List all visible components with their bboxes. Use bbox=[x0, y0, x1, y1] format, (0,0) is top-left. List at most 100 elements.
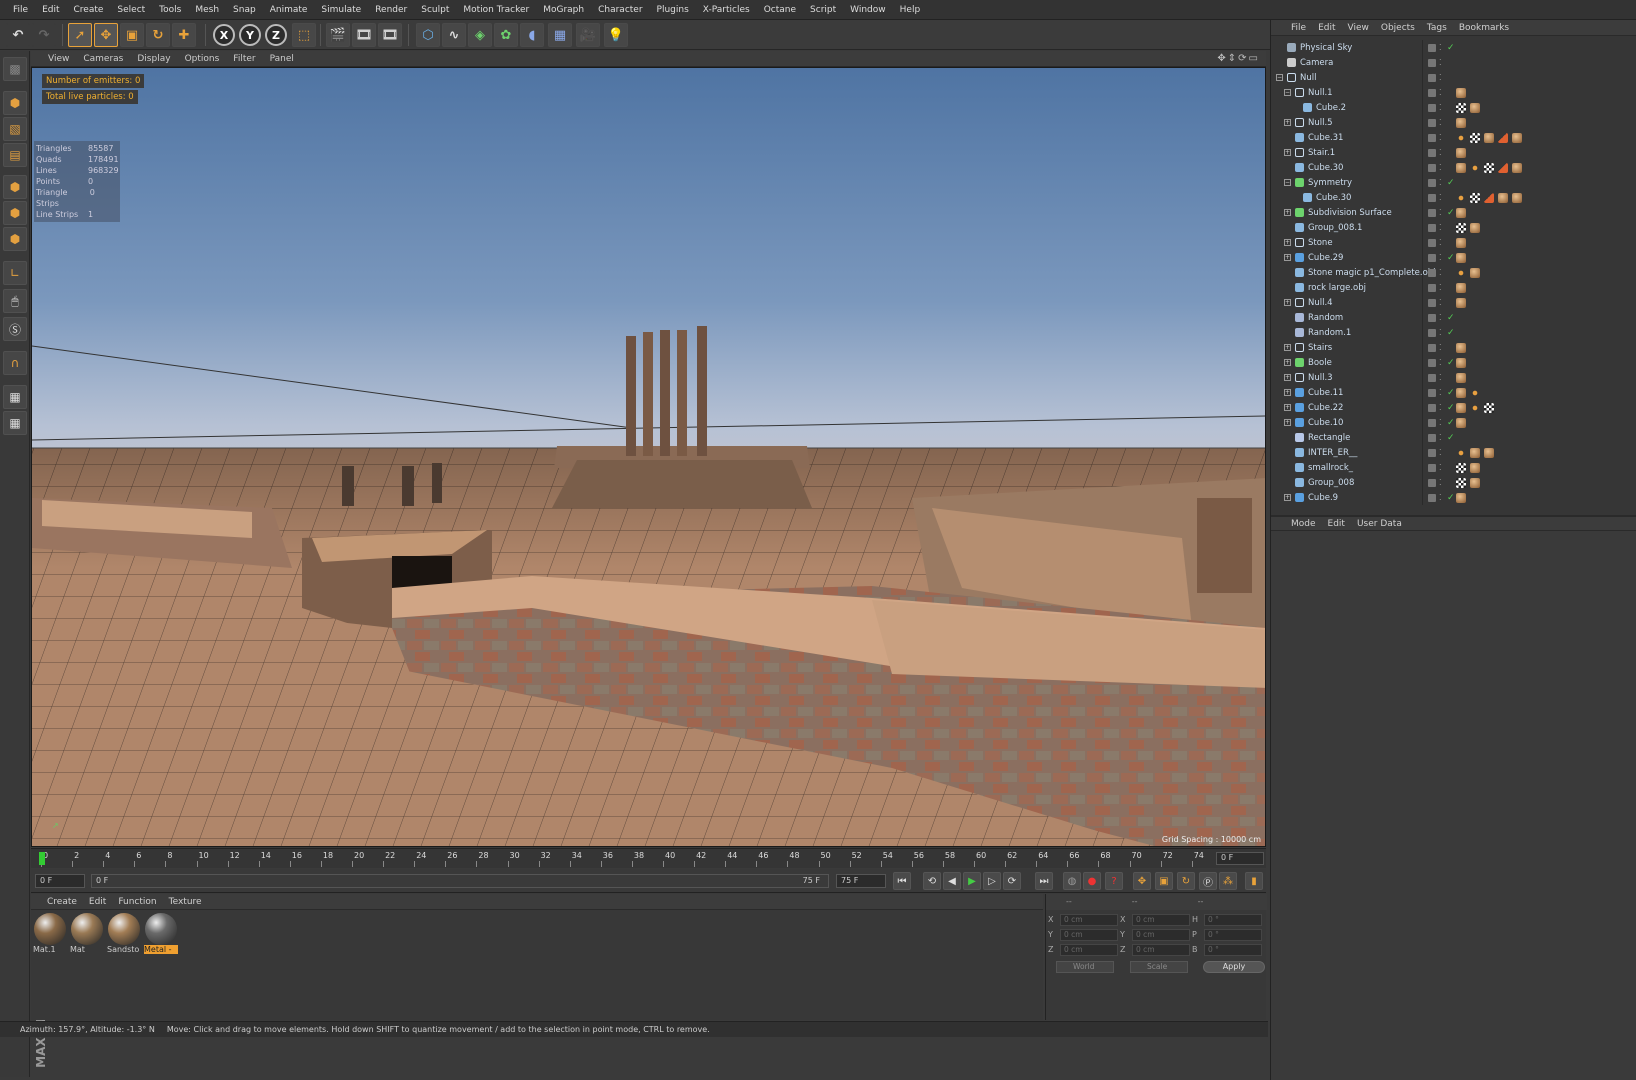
tex-tag-icon[interactable] bbox=[1456, 387, 1466, 398]
coord-value-field[interactable]: 0 ° bbox=[1204, 929, 1262, 941]
material-menu-edit[interactable]: Edit bbox=[83, 897, 112, 907]
layer-toggle-icon[interactable] bbox=[1428, 223, 1436, 232]
expand-toggle-icon[interactable]: + bbox=[1284, 359, 1291, 366]
visibility-dots-icon[interactable]: ⁚ bbox=[1439, 358, 1442, 367]
spline-pen-icon[interactable]: ∿ bbox=[442, 23, 466, 47]
previous-key-icon[interactable]: ⟲ bbox=[923, 872, 941, 890]
om-menu-bookmarks[interactable]: Bookmarks bbox=[1453, 23, 1515, 33]
visibility-dots-icon[interactable]: ⁚ bbox=[1439, 478, 1442, 487]
enabled-check-icon[interactable]: ✓ bbox=[1447, 418, 1455, 428]
end-frame-field[interactable]: 75 F bbox=[836, 874, 886, 888]
key-pla-icon[interactable]: ⁂ bbox=[1219, 872, 1237, 890]
timeline-ruler[interactable]: 0 2 4 6 8 10 12 14 16 18 20 22 24 26 28 30 32 34 36 38 40 42 4… bbox=[31, 848, 1266, 868]
live-selection-icon[interactable]: ➚ bbox=[68, 23, 92, 47]
redo-button[interactable]: ↷ bbox=[32, 23, 56, 47]
object-name[interactable]: smallrock_ bbox=[1308, 463, 1353, 473]
coord-value-field[interactable]: 0 ° bbox=[1204, 914, 1262, 926]
visibility-dots-icon[interactable]: ⁚ bbox=[1439, 178, 1442, 187]
object-row[interactable]: + Cube.11 ⁚ ✓ bbox=[1271, 385, 1636, 400]
planar-workplane-icon[interactable]: ▦ bbox=[3, 411, 27, 435]
object-row[interactable]: + Stair.1 ⁚ bbox=[1271, 145, 1636, 160]
make-editable-icon[interactable]: ▩ bbox=[3, 57, 27, 81]
visibility-dots-icon[interactable]: ⁚ bbox=[1439, 253, 1442, 262]
material-swatch[interactable]: Mat.1 bbox=[33, 913, 67, 957]
dot-tag-icon[interactable] bbox=[1456, 447, 1466, 458]
tex-tag-icon[interactable] bbox=[1456, 342, 1466, 353]
layer-toggle-icon[interactable] bbox=[1428, 418, 1436, 427]
tex-tag-icon[interactable] bbox=[1456, 492, 1466, 503]
visibility-dots-icon[interactable]: ⁚ bbox=[1439, 238, 1442, 247]
object-row[interactable]: Camera ⁚ bbox=[1271, 55, 1636, 70]
attr-menu-edit[interactable]: Edit bbox=[1322, 519, 1351, 529]
menu-file[interactable]: File bbox=[6, 5, 35, 15]
axis-mode-icon[interactable]: ∟ bbox=[3, 261, 27, 285]
menu-octane[interactable]: Octane bbox=[757, 5, 803, 15]
coord-value-field[interactable]: 0 cm bbox=[1132, 944, 1190, 956]
current-frame-field[interactable]: 0 F bbox=[1216, 852, 1264, 865]
om-menu-objects[interactable]: Objects bbox=[1375, 23, 1421, 33]
expand-toggle-icon[interactable]: + bbox=[1284, 299, 1291, 306]
object-row[interactable]: + Null.5 ⁚ bbox=[1271, 115, 1636, 130]
expand-toggle-icon[interactable]: + bbox=[1284, 254, 1291, 261]
enabled-check-icon[interactable]: ✓ bbox=[1447, 403, 1455, 413]
layer-toggle-icon[interactable] bbox=[1428, 493, 1436, 502]
object-name[interactable]: INTER_ER__ bbox=[1308, 448, 1357, 458]
layer-toggle-icon[interactable] bbox=[1428, 163, 1436, 172]
frame-range-slider[interactable]: 0 F 75 F bbox=[91, 874, 829, 888]
visibility-dots-icon[interactable]: ⁚ bbox=[1439, 403, 1442, 412]
menu-create[interactable]: Create bbox=[67, 5, 111, 15]
key-position-icon[interactable]: ✥ bbox=[1133, 872, 1151, 890]
layer-toggle-icon[interactable] bbox=[1428, 73, 1436, 82]
object-row[interactable]: Random ⁚ ✓ bbox=[1271, 310, 1636, 325]
go-to-start-icon[interactable]: ⏮ bbox=[893, 872, 911, 890]
coord-value-field[interactable]: 0 cm bbox=[1060, 929, 1118, 941]
tex-tag-icon[interactable] bbox=[1470, 102, 1480, 113]
layer-toggle-icon[interactable] bbox=[1428, 298, 1436, 307]
visibility-dots-icon[interactable]: ⁚ bbox=[1439, 373, 1442, 382]
menu-mograph[interactable]: MoGraph bbox=[536, 5, 591, 15]
layer-toggle-icon[interactable] bbox=[1428, 148, 1436, 157]
visibility-dots-icon[interactable]: ⁚ bbox=[1439, 88, 1442, 97]
object-row[interactable]: Cube.2 ⁚ bbox=[1271, 100, 1636, 115]
visibility-dots-icon[interactable]: ⁚ bbox=[1439, 283, 1442, 292]
menu-sculpt[interactable]: Sculpt bbox=[414, 5, 456, 15]
layer-toggle-icon[interactable] bbox=[1428, 58, 1436, 67]
visibility-dots-icon[interactable]: ⁚ bbox=[1439, 328, 1442, 337]
object-row[interactable]: Cube.30 ⁚ bbox=[1271, 160, 1636, 175]
object-name[interactable]: Null.3 bbox=[1308, 373, 1333, 383]
enabled-check-icon[interactable]: ✓ bbox=[1447, 208, 1455, 218]
object-name[interactable]: Cube.9 bbox=[1308, 493, 1338, 503]
tex-tag-icon[interactable] bbox=[1456, 117, 1466, 128]
om-menu-view[interactable]: View bbox=[1342, 23, 1375, 33]
coord-value-field[interactable]: 0 cm bbox=[1060, 914, 1118, 926]
enabled-check-icon[interactable]: ✓ bbox=[1447, 433, 1455, 443]
object-name[interactable]: Stone magic p1_Complete.obj bbox=[1308, 268, 1436, 278]
tex-tag-icon[interactable] bbox=[1456, 357, 1466, 368]
object-name[interactable]: Camera bbox=[1300, 58, 1333, 68]
menu-script[interactable]: Script bbox=[803, 5, 843, 15]
layer-toggle-icon[interactable] bbox=[1428, 268, 1436, 277]
layer-toggle-icon[interactable] bbox=[1428, 388, 1436, 397]
viewport-menu-filter[interactable]: Filter bbox=[226, 54, 262, 64]
visibility-dots-icon[interactable]: ⁚ bbox=[1439, 208, 1442, 217]
chk-tag-icon[interactable] bbox=[1470, 132, 1480, 143]
edges-mode-icon[interactable]: ⬢ bbox=[3, 201, 27, 225]
chk-tag-icon[interactable] bbox=[1484, 162, 1494, 173]
tex-tag-icon[interactable] bbox=[1456, 417, 1466, 428]
tex-tag-icon[interactable] bbox=[1484, 132, 1494, 143]
tex-tag-icon[interactable] bbox=[1470, 222, 1480, 233]
coordinate-system-icon[interactable]: ⬚ bbox=[292, 23, 316, 47]
om-menu-tags[interactable]: Tags bbox=[1421, 23, 1453, 33]
layer-toggle-icon[interactable] bbox=[1428, 478, 1436, 487]
layer-toggle-icon[interactable] bbox=[1428, 118, 1436, 127]
key-parameter-icon[interactable]: Ⓟ bbox=[1199, 872, 1217, 890]
material-menu-function[interactable]: Function bbox=[112, 897, 162, 907]
object-row[interactable]: − Null.1 ⁚ bbox=[1271, 85, 1636, 100]
expand-toggle-icon[interactable]: + bbox=[1284, 209, 1291, 216]
visibility-dots-icon[interactable]: ⁚ bbox=[1439, 343, 1442, 352]
layer-toggle-icon[interactable] bbox=[1428, 43, 1436, 52]
object-name[interactable]: Cube.11 bbox=[1308, 388, 1343, 398]
tri-tag-icon[interactable] bbox=[1484, 192, 1494, 203]
layer-toggle-icon[interactable] bbox=[1428, 373, 1436, 382]
move-tool-icon[interactable]: ✥ bbox=[94, 23, 118, 47]
